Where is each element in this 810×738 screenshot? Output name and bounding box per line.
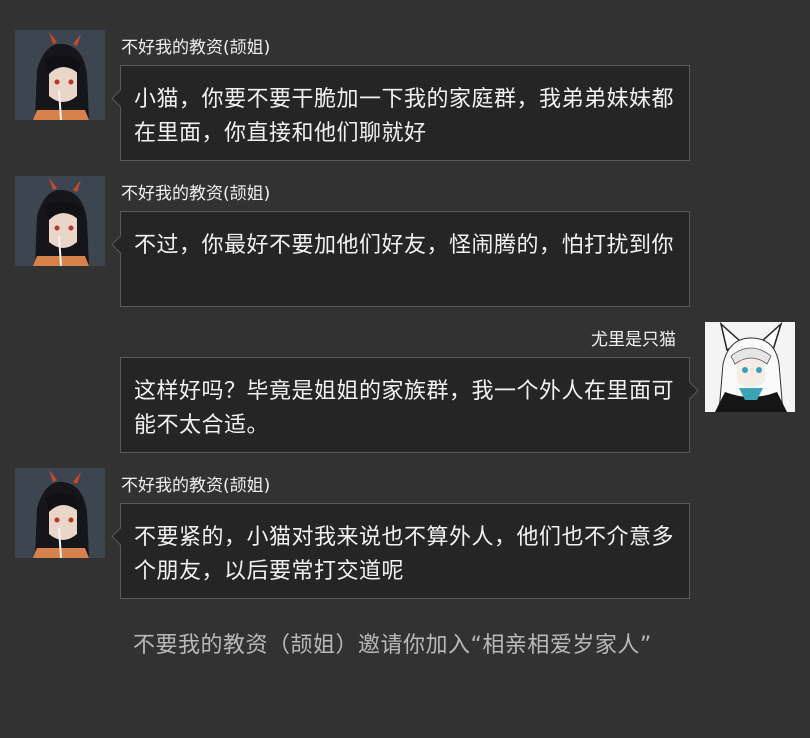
sender-name: 尤里是只猫 xyxy=(591,330,676,350)
sender-name: 不好我的教资(颉姐) xyxy=(121,38,271,58)
message-text: 这样好吗？毕竟是姐姐的家族群，我一个外人在里面可能不太合适。 xyxy=(134,379,675,438)
dark-haired-horned-girl-avatar-icon xyxy=(15,176,105,266)
sender-name: 不好我的教资(颉姐) xyxy=(121,476,271,496)
message-text: 小猫，你要不要干脆加一下我的家庭群，我弟弟妹妹都在里面，你直接和他们聊就好 xyxy=(134,87,675,146)
sender-avatar[interactable] xyxy=(15,176,105,266)
white-haired-cat-eared-girl-avatar-icon xyxy=(705,322,795,412)
dark-haired-horned-girl-avatar-icon xyxy=(15,30,105,120)
message-bubble[interactable]: 小猫，你要不要干脆加一下我的家庭群，我弟弟妹妹都在里面，你直接和他们聊就好 xyxy=(111,65,690,161)
message-text: 不要紧的，小猫对我来说也不算外人，他们也不介意多个朋友，以后要常打交道呢 xyxy=(134,525,675,584)
self-avatar[interactable] xyxy=(705,322,795,412)
message-bubble[interactable]: 这样好吗？毕竟是姐姐的家族群，我一个外人在里面可能不太合适。 xyxy=(120,357,699,453)
message-text: 不过，你最好不要加他们好友，怪闹腾的，怕打扰到你 xyxy=(134,233,675,258)
group-invite-notice: 不要我的教资（颉姐）邀请你加入“相亲相爱岁家人” xyxy=(133,633,652,658)
sender-name: 不好我的教资(颉姐) xyxy=(121,184,271,204)
message-bubble[interactable]: 不要紧的，小猫对我来说也不算外人，他们也不介意多个朋友，以后要常打交道呢 xyxy=(111,503,690,599)
sender-avatar[interactable] xyxy=(15,30,105,120)
dark-haired-horned-girl-avatar-icon xyxy=(15,468,105,558)
message-bubble[interactable]: 不过，你最好不要加他们好友，怪闹腾的，怕打扰到你 xyxy=(111,211,690,307)
sender-avatar[interactable] xyxy=(15,468,105,558)
